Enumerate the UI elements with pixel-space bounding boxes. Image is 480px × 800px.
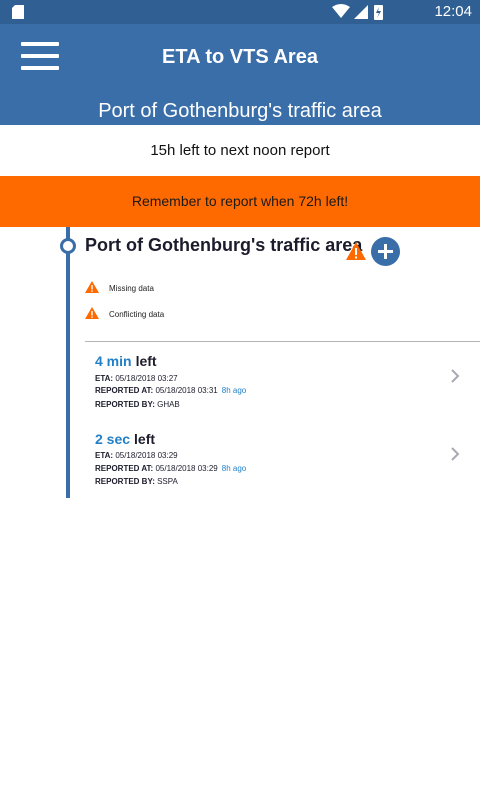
add-report-button[interactable] xyxy=(371,237,400,266)
reminder-banner: Remember to report when 72h left! xyxy=(0,176,480,227)
chevron-right-icon xyxy=(451,369,460,383)
reported-at-label: REPORTED AT: xyxy=(95,464,154,473)
eta-label: ETA: xyxy=(95,374,114,383)
wifi-icon xyxy=(332,4,350,18)
reported-by-label: REPORTED BY: xyxy=(95,477,155,486)
warning-label: Conflicting data xyxy=(109,310,165,319)
eta-report-item[interactable]: 2 sec left ETA: 05/18/2018 03:29 REPORTED… xyxy=(85,431,480,491)
warning-icon xyxy=(346,242,366,260)
warning-icon xyxy=(85,307,99,319)
reported-at-label: REPORTED AT: xyxy=(95,386,154,395)
page-title: ETA to VTS Area xyxy=(162,46,318,68)
reported-ago: 8h ago xyxy=(221,386,247,395)
divider xyxy=(85,341,480,342)
time-remaining-suffix: left xyxy=(134,431,156,447)
status-icons xyxy=(332,4,383,20)
cellular-signal-icon xyxy=(354,5,368,19)
eta-label: ETA: xyxy=(95,451,114,460)
sd-card-icon xyxy=(12,5,24,19)
eta-line: ETA: 05/18/2018 03:29 xyxy=(95,451,178,460)
warning-label: Missing data xyxy=(109,284,154,293)
eta-report-item[interactable]: 4 min left ETA: 05/18/2018 03:27 REPORTED… xyxy=(85,353,480,413)
timeline-line xyxy=(66,227,70,498)
reported-at-value: 05/18/2018 03:29 xyxy=(155,464,218,473)
reported-at-line: REPORTED AT: 05/18/2018 03:29 8h ago xyxy=(95,464,246,473)
reported-ago: 8h ago xyxy=(221,464,247,473)
time-remaining: 4 min xyxy=(95,353,132,369)
plus-icon xyxy=(378,244,393,259)
eta-value: 05/18/2018 03:29 xyxy=(115,451,178,460)
page-subtitle: Port of Gothenburg's traffic area xyxy=(98,100,382,122)
chevron-right-icon xyxy=(451,447,460,461)
time-remaining: 2 sec xyxy=(95,431,131,447)
time-remaining-suffix: left xyxy=(135,353,157,369)
reported-by-label: REPORTED BY: xyxy=(95,400,155,409)
warning-icon xyxy=(85,281,99,293)
status-time: 12:04 xyxy=(434,3,472,20)
eta-value: 05/18/2018 03:27 xyxy=(115,374,178,383)
reported-by-line: REPORTED BY: GHAB xyxy=(95,400,180,409)
reported-at-value: 05/18/2018 03:31 xyxy=(155,386,218,395)
app-bar: ETA to VTS Area Port of Gothenburg's tra… xyxy=(0,24,480,125)
noon-report-countdown: 15h left to next noon report xyxy=(150,142,330,159)
eta-line: ETA: 05/18/2018 03:27 xyxy=(95,374,178,383)
area-title: Port of Gothenburg's traffic area xyxy=(85,235,363,255)
reported-by-value: SSPA xyxy=(157,477,178,486)
reported-by-value: GHAB xyxy=(157,400,180,409)
status-bar: 12:04 xyxy=(0,0,480,24)
reported-by-line: REPORTED BY: SSPA xyxy=(95,477,178,486)
timeline-node xyxy=(60,238,76,254)
reported-at-line: REPORTED AT: 05/18/2018 03:31 8h ago xyxy=(95,386,246,395)
